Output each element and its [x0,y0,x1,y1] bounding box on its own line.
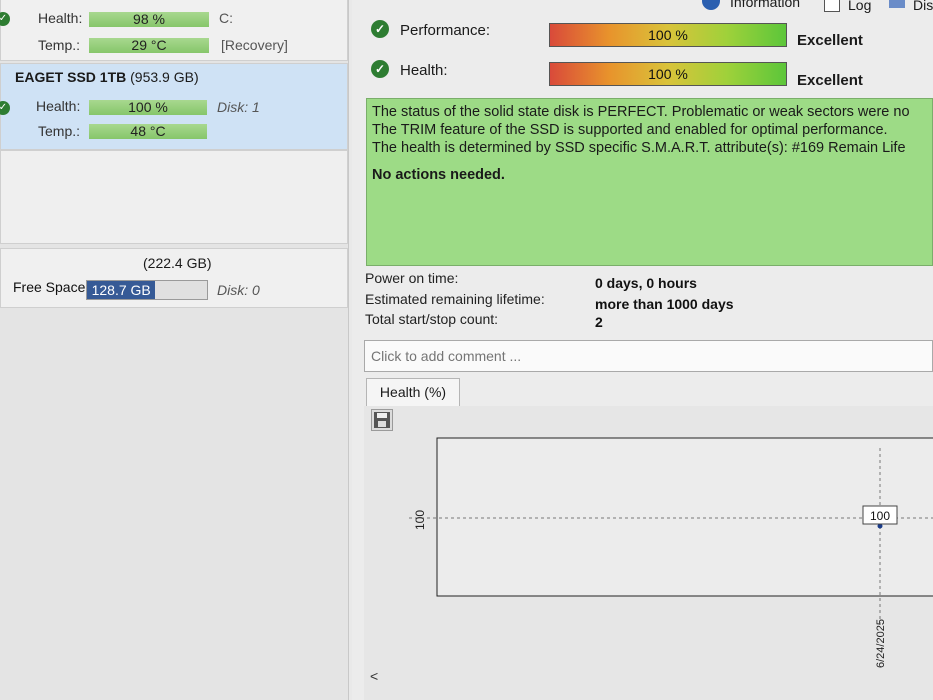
scroll-left-arrow[interactable]: < [370,668,378,684]
performance-ok-icon: ✓ [371,20,389,38]
temp-bar: 48 °C [89,124,207,139]
drive-letter: C: [219,10,233,26]
log-icon [824,0,840,12]
health-chart: 100 6/24/2025 100 [409,437,933,668]
volume-size: (222.4 GB) [143,255,212,271]
chart-plot-area [436,437,933,597]
health-chart-panel: 100 6/24/2025 100 < [364,406,933,700]
start-stop-count-label: Total start/stop count: [365,311,499,327]
disk-number: Disk: 1 [217,99,260,115]
temp-bar: 29 °C [89,38,209,53]
power-on-time-label: Power on time: [365,270,459,286]
chart-x-tick-label: 6/24/2025 [875,619,887,668]
status-action: No actions needed. [372,167,505,183]
status-line: The TRIM feature of the SSD is supported… [372,122,888,138]
health-ok-icon: ✓ [371,60,389,78]
info-icon [702,0,720,10]
temp-label: Temp.: [38,37,81,53]
status-message-box: The status of the solid state disk is PE… [366,98,933,266]
disk-card-eaget[interactable]: EAGET SSD 1TB (953.9 GB) ✓ Health: 100 %… [0,63,348,150]
health-label: Health: [38,10,83,26]
health-label: Health: [36,98,81,114]
health-bar: 100 % [89,100,207,115]
status-ok-icon: ✓ [0,101,10,115]
disk-list-pane: ✓ Health: 98 % C: Temp.: 29 °C [Recovery… [0,0,349,700]
health-bar: 100 % [549,62,787,86]
health-rating: Excellent [797,72,863,89]
free-space-label: Free Space [13,279,86,295]
volume-card[interactable]: (222.4 GB) Free Space 128.7 GB Disk: 0 [0,248,348,308]
health-bar: 98 % [89,12,209,27]
disk-icon [889,0,905,8]
partition-note: [Recovery] [221,37,288,53]
toolbar-information[interactable]: Information [730,0,800,10]
comment-input[interactable] [364,340,933,372]
chart-y-tick-label: 100 [413,510,427,530]
disk-card-c[interactable]: ✓ Health: 98 % C: Temp.: 29 °C [Recovery… [0,0,348,61]
performance-rating: Excellent [797,32,863,49]
disk-title: EAGET SSD 1TB (953.9 GB) [15,69,199,85]
disk-number: Disk: 0 [217,282,260,298]
tab-health[interactable]: Health (%) [366,378,460,407]
free-space-bar: 128.7 GB [86,280,208,300]
status-ok-icon: ✓ [0,12,10,26]
free-space-fill: 128.7 GB [87,281,156,299]
status-line: The status of the solid state disk is PE… [372,104,910,120]
remaining-lifetime-label: Estimated remaining lifetime: [365,291,545,307]
chart-tab-strip: Health (%) [364,378,933,407]
performance-bar: 100 % [549,23,787,47]
remaining-lifetime-value: more than 1000 days [595,296,734,312]
start-stop-count-value: 2 [595,314,603,330]
health-label: Health: [400,62,448,79]
disk-list-empty-area [0,150,348,244]
temp-label: Temp.: [38,123,81,139]
performance-label: Performance: [400,22,491,39]
status-line: The health is determined by SSD specific… [372,140,906,156]
disk-detail-pane: Information Log Dis ✓ Performance: 100 %… [352,0,933,700]
toolbar-disk[interactable]: Dis [913,0,933,13]
power-on-time-value: 0 days, 0 hours [595,275,697,291]
toolbar-log[interactable]: Log [848,0,871,13]
chart-data-label: 100 [870,509,890,523]
